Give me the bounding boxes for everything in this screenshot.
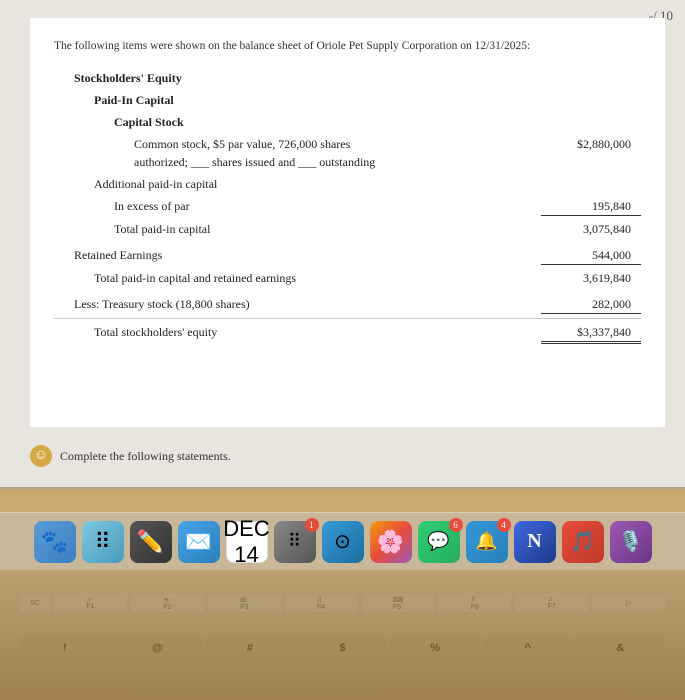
dock-notes[interactable]: ✏️ — [130, 521, 172, 563]
total-paid-in-label: Total paid-in capital — [114, 220, 541, 238]
capital-stock-title: Capital Stock — [114, 113, 641, 131]
key-caret[interactable]: ^ — [483, 636, 573, 660]
key-f6[interactable]: ⠿F6 — [438, 594, 511, 612]
dock-podcast[interactable]: 🎙️ — [610, 521, 652, 563]
dock-notification[interactable]: 🔔 4 — [466, 521, 508, 563]
dock-finder[interactable]: 🐾 — [34, 521, 76, 563]
dock: 🐾 ⠿ ✏️ ✉️ DEC 14 ⠿ 1 ⊙ 🌸 💬 6 🔔 4 N 🎵 🎙️ — [0, 512, 685, 570]
key-at[interactable]: @ — [113, 636, 203, 660]
common-stock-label: Common stock, $5 par value, 726,000 shar… — [134, 135, 541, 171]
retained-earnings-label: Retained Earnings — [74, 246, 541, 264]
dock-photos[interactable]: 🌸 — [370, 521, 412, 563]
dock-calendar[interactable]: DEC 14 — [226, 521, 268, 563]
laptop-screen: -/ 10 The following items were shown on … — [0, 0, 685, 490]
key-percent[interactable]: % — [390, 636, 480, 660]
complete-prompt: ☺ Complete the following statements. — [30, 445, 231, 467]
total-paid-retained-value: 3,619,840 — [541, 269, 641, 287]
dock-messages-badge: 6 — [449, 518, 463, 532]
key-hash[interactable]: # — [205, 636, 295, 660]
key-exclaim[interactable]: ! — [20, 636, 110, 660]
total-equity-row: Total stockholders' equity $3,337,840 — [54, 323, 641, 344]
in-excess-label: In excess of par — [114, 197, 541, 215]
in-excess-row: In excess of par 195,840 — [54, 197, 641, 216]
dock-launchpad[interactable]: ⠿ — [82, 521, 124, 563]
treasury-stock-label: Less: Treasury stock (18,800 shares) — [74, 295, 541, 313]
total-paid-retained-label: Total paid-in capital and retained earni… — [94, 269, 541, 287]
key-dollar[interactable]: $ — [298, 636, 388, 660]
total-paid-in-value: 3,075,840 — [541, 220, 641, 238]
key-ampersand[interactable]: & — [575, 636, 665, 660]
retained-earnings-row: Retained Earnings 544,000 — [54, 246, 641, 265]
total-equity-label: Total stockholders' equity — [94, 323, 541, 341]
common-stock-row: Common stock, $5 par value, 726,000 shar… — [54, 135, 641, 171]
dock-accessibility[interactable]: ⊙ — [322, 521, 364, 563]
additional-paid-in-label: Additional paid-in capital — [94, 175, 641, 193]
dock-apps[interactable]: ⠿ 1 — [274, 521, 316, 563]
key-f7[interactable]: ♫F7 — [515, 594, 588, 612]
prompt-icon: ☺ — [30, 445, 52, 467]
total-equity-value: $3,337,840 — [541, 323, 641, 344]
common-stock-value: $2,880,000 — [541, 135, 641, 153]
document-header: The following items were shown on the ba… — [54, 38, 641, 55]
dock-notification-badge: 4 — [497, 518, 511, 532]
stockholders-equity-title: Stockholders' Equity — [74, 69, 641, 87]
dock-music[interactable]: 🎵 — [562, 521, 604, 563]
keyboard-area: SC ☼F1 ☀F2 ⊞F3 ⠿F4 ⌨F5 ⠿F6 ♫F7 ▷ ! @ # $… — [0, 570, 685, 700]
treasury-stock-row: Less: Treasury stock (18,800 shares) 282… — [54, 295, 641, 314]
total-paid-in-row: Total paid-in capital 3,075,840 — [54, 220, 641, 238]
dock-messages[interactable]: 💬 6 — [418, 521, 460, 563]
dock-apps-badge: 1 — [305, 518, 319, 532]
document-area: The following items were shown on the ba… — [30, 18, 665, 427]
key-row-bottom: ! @ # $ % ^ & — [20, 636, 665, 660]
total-paid-retained-row: Total paid-in capital and retained earni… — [54, 269, 641, 287]
key-f8[interactable]: ▷ — [592, 594, 665, 612]
key-f2[interactable]: ☀F2 — [131, 594, 204, 612]
fn-key-row: SC ☼F1 ☀F2 ⊞F3 ⠿F4 ⌨F5 ⠿F6 ♫F7 ▷ — [20, 594, 665, 612]
key-f4[interactable]: ⠿F4 — [285, 594, 358, 612]
treasury-stock-value: 282,000 — [541, 295, 641, 314]
key-f5[interactable]: ⌨F5 — [362, 594, 435, 612]
dock-nordvpn[interactable]: N — [514, 521, 556, 563]
paid-in-capital-title: Paid-In Capital — [94, 91, 641, 109]
dock-mail[interactable]: ✉️ — [178, 521, 220, 563]
key-f3[interactable]: ⊞F3 — [208, 594, 281, 612]
key-f1[interactable]: ☼F1 — [54, 594, 127, 612]
key-esc[interactable]: SC — [20, 594, 50, 612]
retained-earnings-value: 544,000 — [541, 246, 641, 265]
in-excess-value: 195,840 — [541, 197, 641, 216]
